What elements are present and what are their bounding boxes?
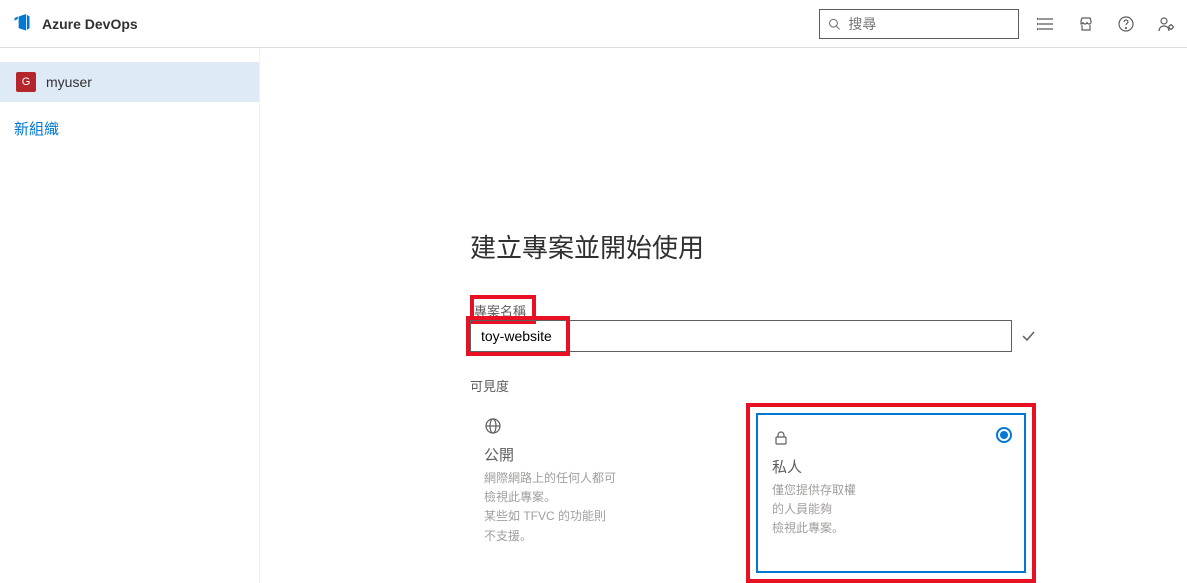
help-icon[interactable]: [1117, 15, 1135, 33]
search-box[interactable]: [819, 9, 1019, 39]
header-actions: [1037, 15, 1175, 33]
app-title: Azure DevOps: [42, 16, 138, 32]
marketplace-icon[interactable]: [1077, 15, 1095, 33]
page-heading: 建立專案並開始使用: [470, 228, 1170, 265]
project-name-input[interactable]: [471, 321, 1011, 351]
list-icon[interactable]: [1037, 15, 1055, 33]
main-content: 建立專案並開始使用 專案名稱 可見度: [260, 48, 1187, 583]
checkmark-icon: [1020, 328, 1036, 344]
public-title: 公開: [484, 444, 726, 465]
visibility-private-card[interactable]: 私人 僅您提供存取權 的人員能夠 檢視此專案。: [756, 413, 1026, 573]
visibility-label: 可見度: [470, 376, 1170, 395]
radio-selected-icon: [996, 427, 1012, 443]
azure-devops-logo-icon: [12, 14, 32, 34]
org-name: myuser: [46, 74, 92, 90]
new-org-link[interactable]: 新組織: [0, 102, 259, 155]
user-settings-icon[interactable]: [1157, 15, 1175, 33]
sidebar-org-item[interactable]: G myuser: [0, 62, 259, 102]
lock-icon: [772, 429, 1010, 450]
public-desc: 網際網路上的任何人都可 檢視此專案。 某些如 TFVC 的功能則 不支援。: [484, 469, 726, 546]
logo-group[interactable]: Azure DevOps: [12, 14, 138, 34]
search-icon: [828, 17, 840, 31]
private-highlight: 私人 僅您提供存取權 的人員能夠 檢視此專案。: [746, 403, 1036, 583]
sidebar: G myuser 新組織: [0, 48, 260, 583]
private-desc: 僅您提供存取權 的人員能夠 檢視此專案。: [772, 481, 1010, 539]
search-input[interactable]: [848, 16, 1010, 32]
header: Azure DevOps: [0, 0, 1187, 48]
project-name-label: 專案名稱: [474, 304, 526, 319]
globe-icon: [484, 417, 726, 438]
visibility-public-card[interactable]: 公開 網際網路上的任何人都可 檢視此專案。 某些如 TFVC 的功能則 不支援。: [470, 403, 740, 563]
org-badge: G: [16, 72, 36, 92]
private-title: 私人: [772, 456, 1010, 477]
